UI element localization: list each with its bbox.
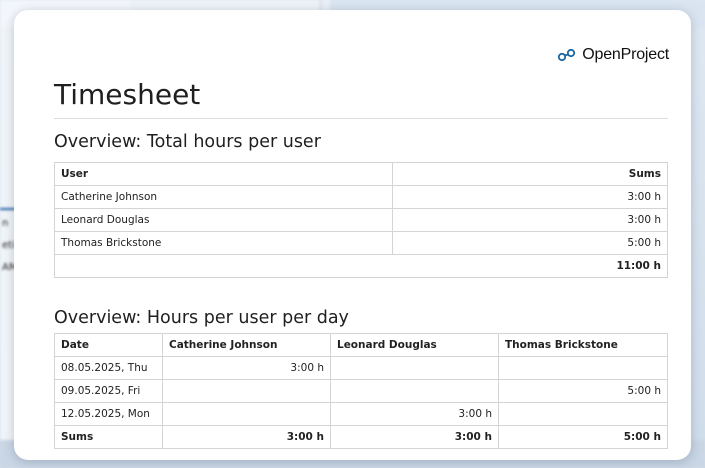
user-name-cell: Thomas Brickstone xyxy=(54,231,393,255)
brand: OpenProject xyxy=(557,46,669,64)
brand-name: OpenProject xyxy=(582,46,669,63)
total-hours-heading: Overview: Total hours per user xyxy=(54,132,321,152)
table-row: Thomas Brickstone 5:00 h xyxy=(54,231,668,255)
user-sum-cell: 3:00 h xyxy=(392,185,668,209)
table-row: 09.05.2025, Fri 5:00 h xyxy=(54,379,668,403)
page-title: Timesheet xyxy=(54,78,201,111)
grand-total-cell: 11:00 h xyxy=(54,254,668,278)
hours-cell xyxy=(498,402,668,426)
hours-cell xyxy=(162,402,331,426)
table-header-row: User Sums xyxy=(54,162,668,186)
table-row: Leonard Douglas 3:00 h xyxy=(54,208,668,232)
total-hours-table: User Sums Catherine Johnson 3:00 h Leona… xyxy=(54,162,668,278)
hours-cell: 5:00 h xyxy=(498,379,668,403)
table-total-row: 11:00 h xyxy=(54,254,668,278)
title-divider xyxy=(54,118,668,119)
hours-cell: 3:00 h xyxy=(330,402,499,426)
background-side-text: n xyxy=(2,218,9,229)
table-row: 08.05.2025, Thu 3:00 h xyxy=(54,356,668,380)
user-name-cell: Leonard Douglas xyxy=(54,208,393,232)
daily-hours-table: Date Catherine Johnson Leonard Douglas T… xyxy=(54,333,668,449)
column-header-catherine-johnson: Catherine Johnson xyxy=(162,333,331,357)
date-cell: 08.05.2025, Thu xyxy=(54,356,163,380)
hours-cell: 3:00 h xyxy=(162,356,331,380)
background-side-text: eti xyxy=(2,240,15,251)
user-sum-cell: 3:00 h xyxy=(392,208,668,232)
hours-cell xyxy=(162,379,331,403)
hours-cell xyxy=(498,356,668,380)
column-header-date: Date xyxy=(54,333,163,357)
user-sum-cell: 5:00 h xyxy=(392,231,668,255)
sums-label-cell: Sums xyxy=(54,425,163,449)
user-name-cell: Catherine Johnson xyxy=(54,185,393,209)
column-header-user: User xyxy=(54,162,393,186)
table-header-row: Date Catherine Johnson Leonard Douglas T… xyxy=(54,333,668,357)
column-header-sums: Sums xyxy=(392,162,668,186)
hours-cell xyxy=(330,379,499,403)
daily-hours-heading: Overview: Hours per user per day xyxy=(54,308,349,328)
hours-cell xyxy=(330,356,499,380)
column-header-leonard-douglas: Leonard Douglas xyxy=(330,333,499,357)
timesheet-document: OpenProject Timesheet Overview: Total ho… xyxy=(14,10,691,460)
sum-cell: 3:00 h xyxy=(330,425,499,449)
openproject-logo-icon xyxy=(558,48,576,62)
table-sums-row: Sums 3:00 h 3:00 h 5:00 h xyxy=(54,425,668,449)
table-row: 12.05.2025, Mon 3:00 h xyxy=(54,402,668,426)
table-row: Catherine Johnson 3:00 h xyxy=(54,185,668,209)
column-header-thomas-brickstone: Thomas Brickstone xyxy=(498,333,668,357)
sum-cell: 3:00 h xyxy=(162,425,331,449)
date-cell: 09.05.2025, Fri xyxy=(54,379,163,403)
date-cell: 12.05.2025, Mon xyxy=(54,402,163,426)
sum-cell: 5:00 h xyxy=(498,425,668,449)
